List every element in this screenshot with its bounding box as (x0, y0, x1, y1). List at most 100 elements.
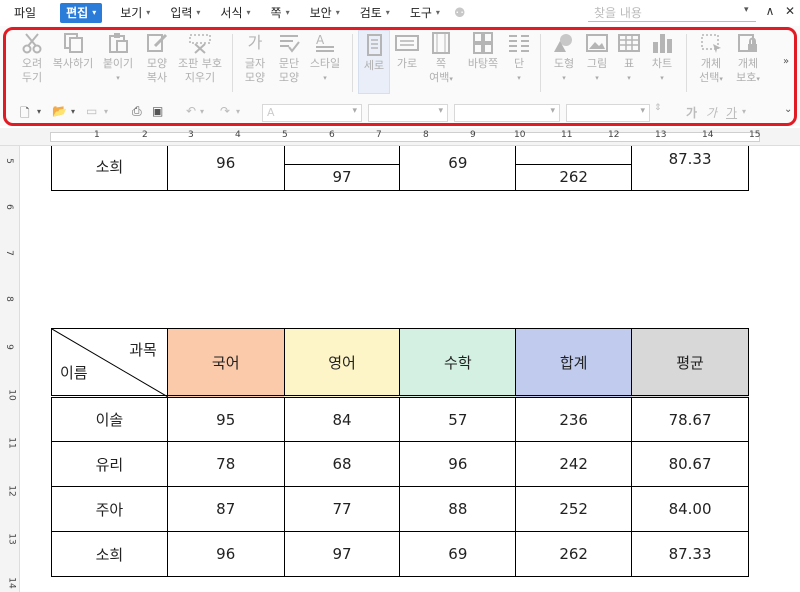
picture-button[interactable]: 그림 ▾ (583, 32, 611, 85)
clear-format-button[interactable]: 조판 부호 지우기 (176, 32, 224, 85)
char-shape-button[interactable]: 가 글자 모양 (240, 32, 270, 85)
table-cell[interactable]: 소희 (51, 531, 168, 577)
collapse-ribbon-icon[interactable]: ∧ (762, 4, 778, 18)
table-cell[interactable]: 유리 (51, 441, 168, 487)
style-button[interactable]: A 스타일 ▾ (306, 32, 344, 85)
table-cell[interactable]: 262 (515, 531, 633, 577)
chevron-down-icon[interactable]: ▾ (37, 107, 41, 116)
table-cell[interactable]: 84 (283, 395, 401, 442)
menu-tools[interactable]: 도구 ▾ (404, 3, 446, 23)
new-doc-icon[interactable]: 🗋 (20, 104, 30, 125)
document-page[interactable]: 소희 96 69 87.33 97 262 과목 이름 국어 영어 수학 합계 … (20, 146, 800, 592)
table-cell[interactable]: 57 (399, 395, 517, 442)
column-button[interactable]: 단 ▾ (506, 32, 532, 85)
table-cell[interactable] (283, 146, 401, 165)
table-cell[interactable]: 87 (166, 486, 285, 532)
object-protect-button[interactable]: 개체 보호▾ (733, 32, 763, 86)
table-cell[interactable]: 이솔 (51, 395, 168, 442)
table-cell[interactable]: 262 (515, 163, 633, 191)
shape-button[interactable]: 도형 ▾ (550, 32, 578, 85)
menu-security[interactable]: 보안 ▾ (304, 3, 346, 23)
table-cell[interactable]: 242 (515, 441, 633, 487)
table-cell[interactable]: 97 (283, 531, 401, 577)
table-cell[interactable]: 87.33 (631, 146, 749, 191)
menu-edit[interactable]: 편집 ▾ (60, 3, 103, 23)
chevron-down-icon[interactable]: ▾ (104, 107, 108, 116)
menu-page[interactable]: 쪽 ▾ (265, 3, 296, 23)
background-page-button[interactable]: 바탕쪽 (463, 32, 503, 71)
italic-button[interactable]: 가 (706, 104, 717, 121)
preview-icon[interactable]: ▣ (152, 104, 163, 118)
print-icon[interactable]: ⎙ (132, 104, 142, 119)
font-lang-combo[interactable] (368, 104, 448, 122)
redo-icon[interactable]: ↷ (220, 104, 230, 118)
menu-format[interactable]: 서식 ▾ (214, 3, 256, 23)
collaboration-icon[interactable]: ⚉ (454, 6, 466, 21)
font-face-combo[interactable] (454, 104, 560, 122)
ruler-number: 13 (655, 130, 667, 140)
copy-button[interactable]: 복사하기 (52, 32, 94, 71)
chevron-down-icon: ▾ (196, 8, 201, 17)
chevron-down-icon[interactable]: ▾ (742, 107, 746, 116)
more-options-icon[interactable]: ⌄ (784, 104, 792, 115)
close-icon[interactable]: ✕ (782, 4, 798, 18)
open-folder-icon[interactable]: 📂 (52, 104, 67, 118)
page-margin-button[interactable]: 쪽 여백▾ (426, 32, 456, 86)
table-cell[interactable]: 주아 (51, 486, 168, 532)
table-cell[interactable]: 96 (166, 146, 285, 191)
table-cell[interactable]: 87.33 (631, 531, 749, 577)
ribbon-separator (352, 34, 353, 92)
chart-button[interactable]: 차트 ▾ (648, 32, 676, 85)
table-cell[interactable]: 소희 (51, 146, 168, 191)
table-button[interactable]: 표 ▾ (616, 32, 642, 85)
table-cell[interactable]: 236 (515, 395, 633, 442)
search-input[interactable]: 찾을 내용 (588, 4, 756, 22)
table-cell[interactable]: 77 (283, 486, 401, 532)
paste-button[interactable]: 붙이기 ▾ (101, 32, 135, 85)
style-combo[interactable]: A (262, 104, 362, 122)
menu-insert[interactable]: 입력 ▾ (164, 3, 206, 23)
ribbon-expand-icon[interactable]: » (783, 56, 789, 67)
table-cell[interactable]: 88 (399, 486, 517, 532)
diagonal-corner-cell[interactable]: 과목 이름 (51, 328, 168, 397)
menu-file[interactable]: 파일 (8, 3, 42, 23)
table-cell[interactable]: 97 (283, 163, 401, 191)
header-cell-english[interactable]: 영어 (283, 328, 401, 397)
copy-icon (61, 32, 85, 54)
cut-button[interactable]: 오려 두기 (18, 32, 46, 85)
header-cell-total[interactable]: 합계 (515, 328, 633, 397)
table-cell[interactable]: 252 (515, 486, 633, 532)
undo-icon[interactable]: ↶ (186, 104, 196, 118)
portrait-button[interactable]: 세로 (358, 30, 390, 94)
table-cell[interactable]: 96 (399, 441, 517, 487)
bold-button[interactable]: 가 (686, 104, 697, 121)
table-cell[interactable]: 95 (166, 395, 285, 442)
format-copy-button[interactable]: 모양 복사 (140, 32, 174, 85)
landscape-button[interactable]: 가로 (393, 32, 421, 71)
table-cell[interactable] (515, 146, 633, 165)
table-cell[interactable]: 96 (166, 531, 285, 577)
chevron-down-icon[interactable]: ▾ (236, 107, 240, 116)
chevron-down-icon[interactable]: ▾ (71, 107, 75, 116)
table-cell[interactable]: 78 (166, 441, 285, 487)
table-cell[interactable]: 69 (399, 531, 517, 577)
table-cell[interactable]: 68 (283, 441, 401, 487)
chevron-down-icon[interactable]: ▾ (200, 107, 204, 116)
table-cell[interactable]: 84.00 (631, 486, 749, 532)
font-size-combo[interactable] (566, 104, 650, 122)
header-cell-average[interactable]: 평균 (631, 328, 749, 397)
save-icon[interactable]: ▭ (86, 104, 97, 118)
table-cell[interactable]: 80.67 (631, 441, 749, 487)
para-shape-button[interactable]: 문단 모양 (274, 32, 304, 85)
table-cell[interactable]: 69 (399, 146, 517, 191)
ribbon-separator (232, 34, 233, 92)
menu-view[interactable]: 보기 ▾ (114, 3, 156, 23)
underline-button[interactable]: 가 (726, 104, 737, 121)
chevron-down-icon[interactable]: ▾ (744, 5, 749, 15)
spin-icon[interactable]: ⇕ (654, 103, 662, 113)
header-cell-math[interactable]: 수학 (399, 328, 517, 397)
menu-review[interactable]: 검토 ▾ (354, 3, 396, 23)
object-select-button[interactable]: 개체 선택▾ (696, 32, 726, 86)
table-cell[interactable]: 78.67 (631, 395, 749, 442)
header-cell-korean[interactable]: 국어 (166, 328, 285, 397)
